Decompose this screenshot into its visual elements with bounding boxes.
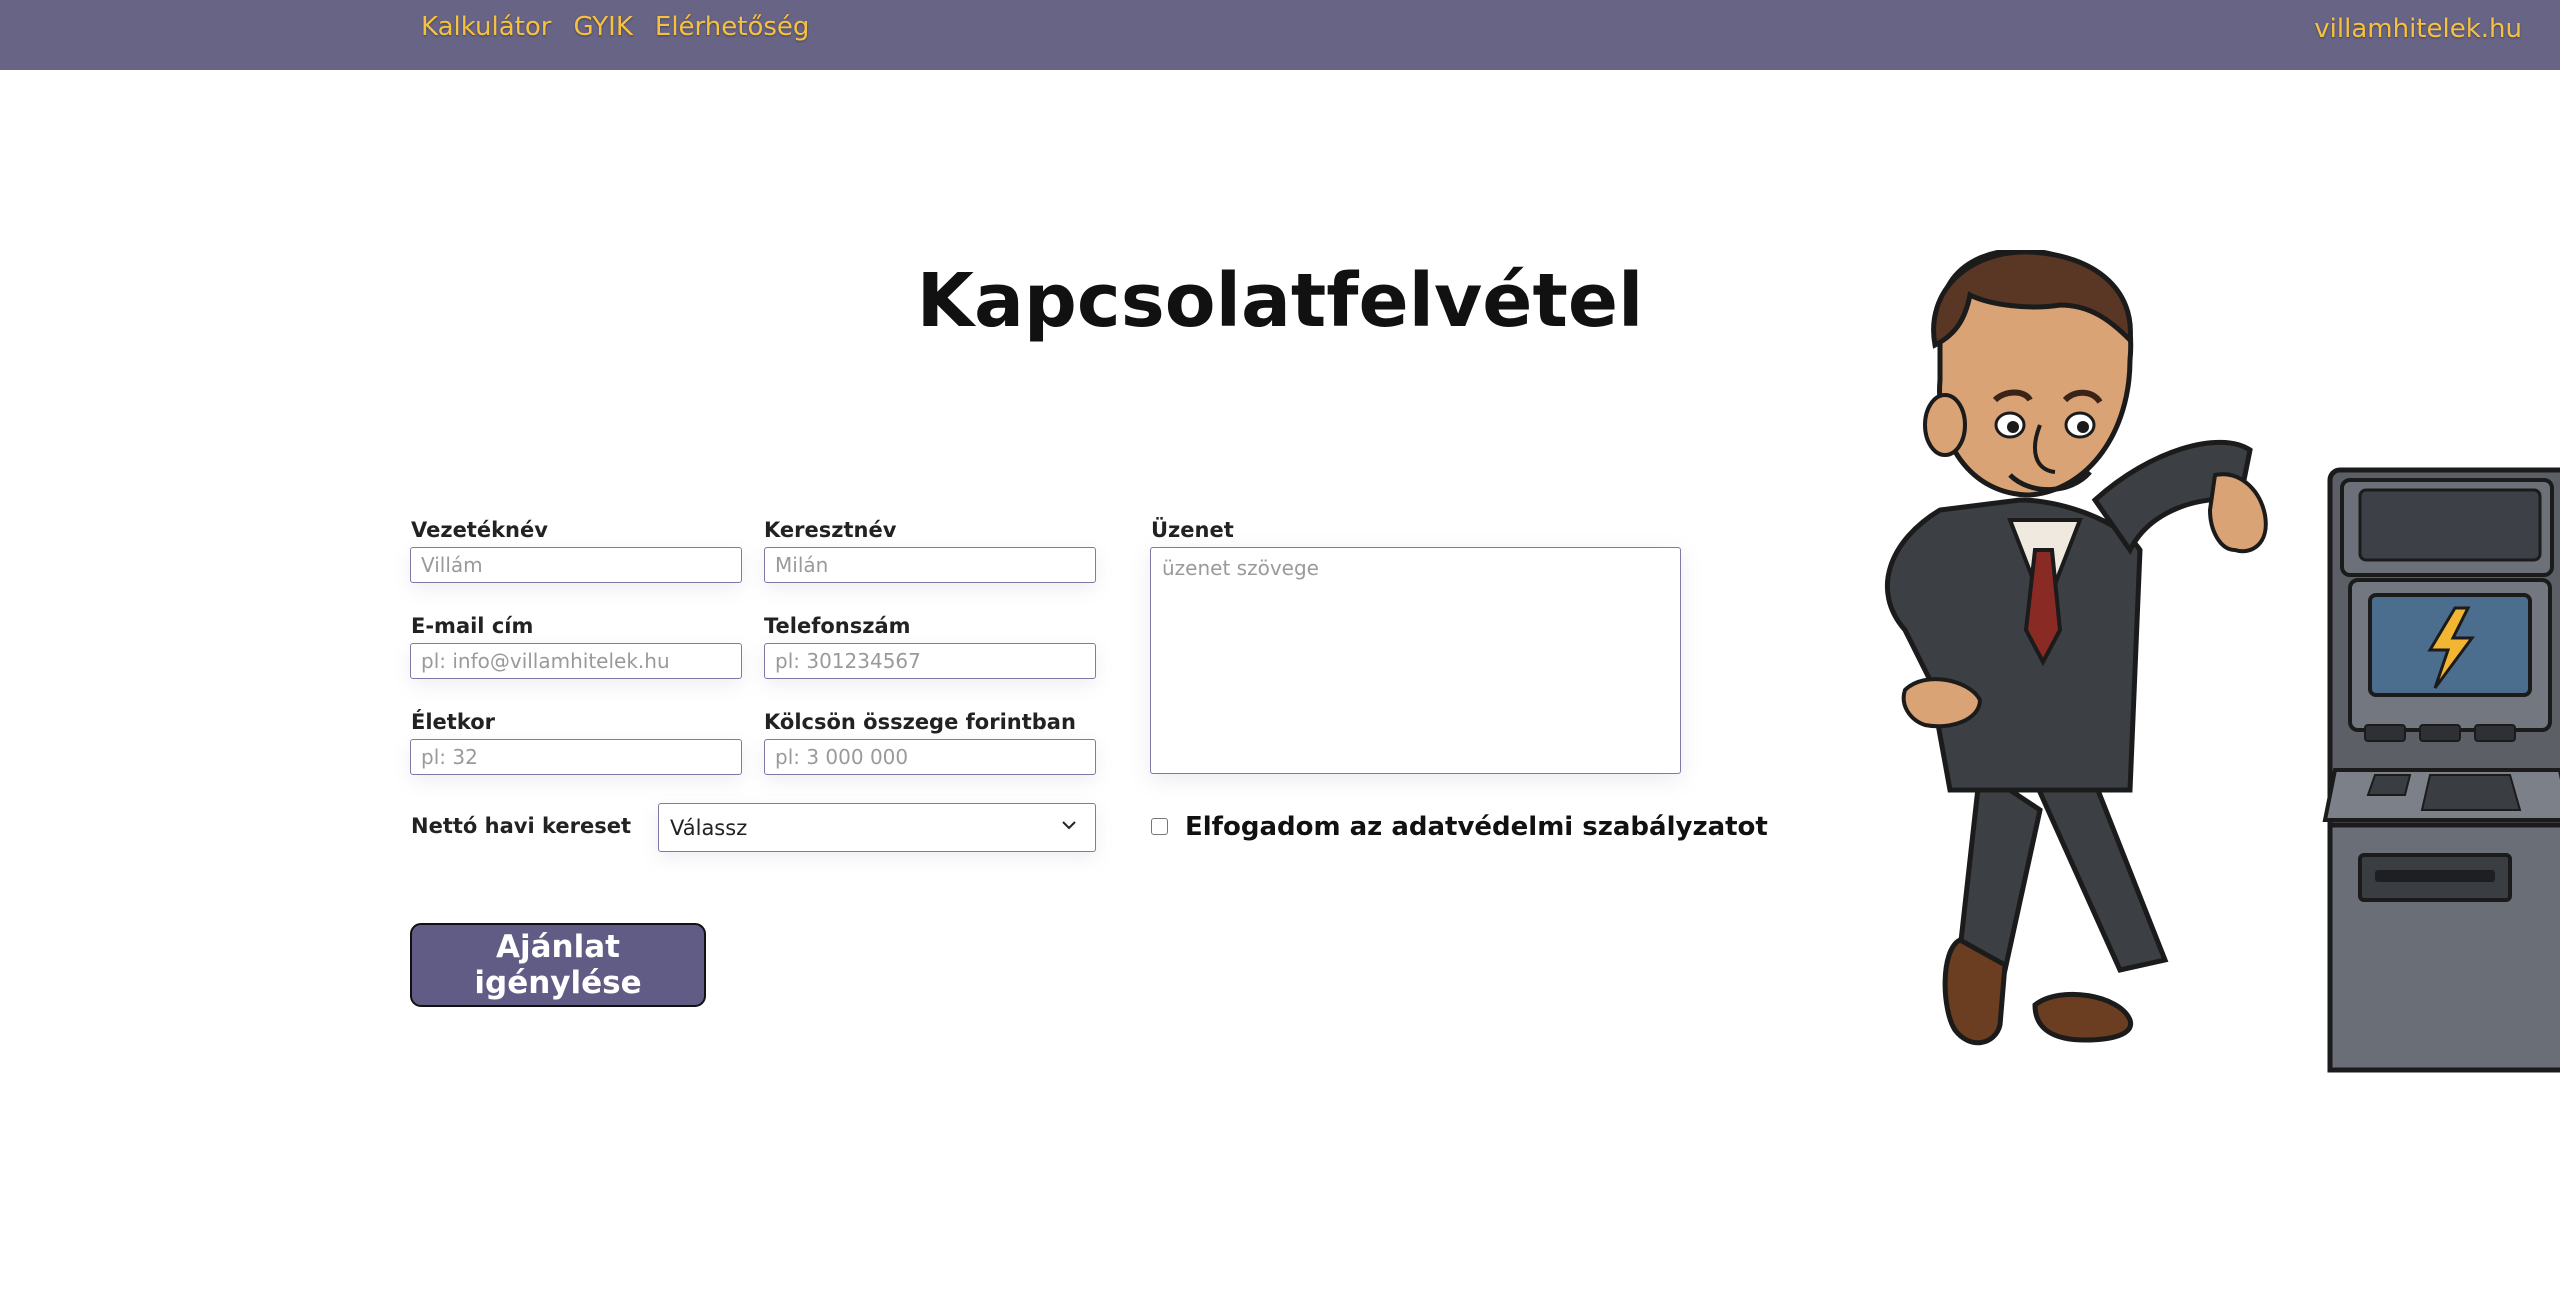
- age-label: Életkor: [411, 710, 496, 734]
- first-name-input[interactable]: [764, 547, 1096, 583]
- last-name-label: Vezetéknév: [411, 518, 548, 542]
- income-select-value: Válassz: [670, 816, 748, 840]
- income-select[interactable]: Válassz: [658, 803, 1096, 852]
- businessman-atm-illustration: [1885, 250, 2560, 1073]
- request-offer-button[interactable]: Ajánlat igénylése: [410, 923, 706, 1007]
- age-input[interactable]: [410, 739, 742, 775]
- phone-label: Telefonszám: [764, 614, 911, 638]
- income-label: Nettó havi kereset: [411, 814, 631, 838]
- email-input[interactable]: [410, 643, 742, 679]
- chevron-down-icon: [1062, 821, 1076, 830]
- phone-input[interactable]: [764, 643, 1096, 679]
- page-title-text: Kapcsolatfelvétel: [916, 258, 1644, 344]
- email-label: E-mail cím: [411, 614, 534, 638]
- atm-icon: [2322, 467, 2560, 1073]
- top-navbar: Kalkulátor GYIK Elérhetőség villamhitele…: [0, 0, 2560, 70]
- message-textarea[interactable]: [1150, 547, 1681, 774]
- first-name-label: Keresztnév: [764, 518, 897, 542]
- consent-checkbox[interactable]: [1151, 818, 1168, 835]
- businessman-figure: [1885, 250, 2268, 1046]
- nav-link-kalkulator[interactable]: Kalkulátor: [421, 12, 551, 42]
- loan-amount-input[interactable]: [764, 739, 1096, 775]
- loan-amount-label: Kölcsön összege forintban: [764, 710, 1076, 734]
- message-label: Üzenet: [1151, 518, 1234, 542]
- brand-link[interactable]: villamhitelek.hu: [2314, 14, 2522, 44]
- consent-label[interactable]: Elfogadom az adatvédelmi szabályzatot: [1185, 812, 1768, 842]
- nav-link-gyik[interactable]: GYIK: [573, 12, 632, 42]
- nav-link-elerhetoseg[interactable]: Elérhetőség: [655, 12, 810, 42]
- main-nav: Kalkulátor GYIK Elérhetőség: [421, 12, 809, 42]
- last-name-input[interactable]: [410, 547, 742, 583]
